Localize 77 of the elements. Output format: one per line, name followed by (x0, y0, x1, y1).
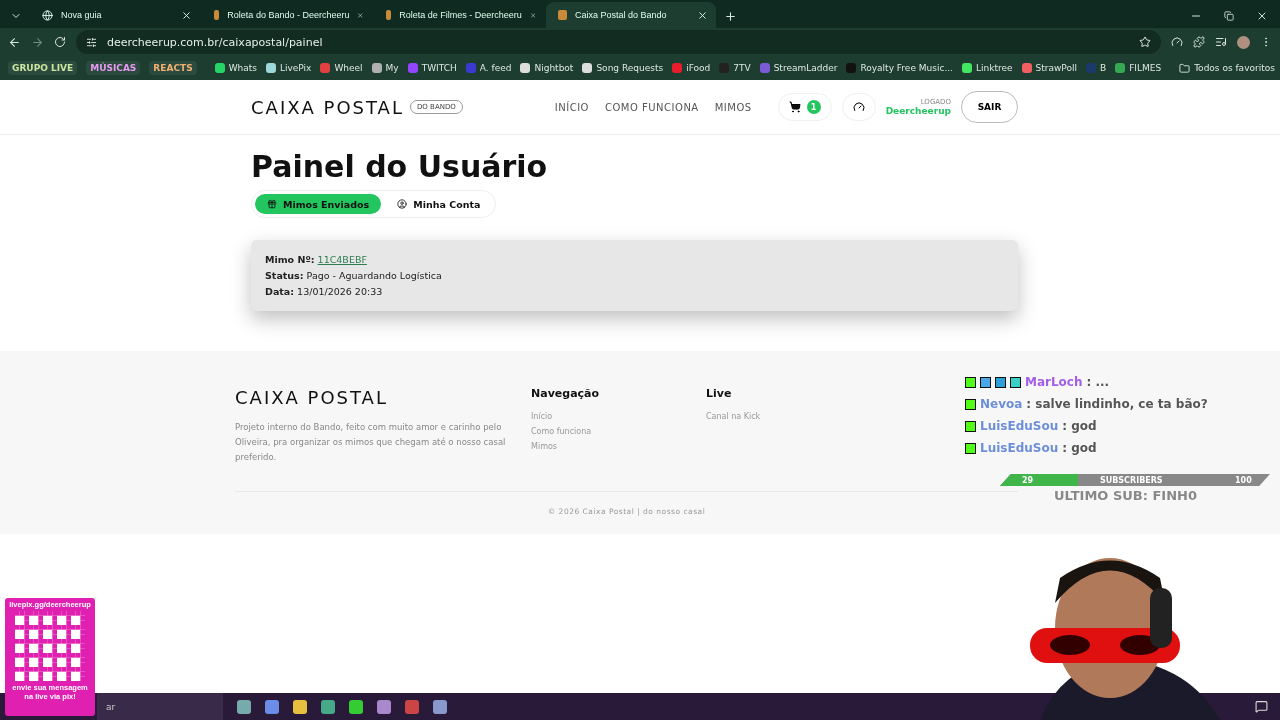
browser-tab[interactable]: Caixa Postal do Bando (546, 2, 716, 28)
bookmark-link[interactable]: Song Requests (582, 63, 664, 73)
forward-icon[interactable] (31, 35, 44, 49)
cart-count: 1 (806, 100, 821, 114)
chat-message: LuisEduSou : god (965, 441, 1208, 455)
back-icon[interactable] (8, 35, 21, 49)
subscriber-goal-bar: 29 SUBSCRIBERS 100 (1000, 474, 1270, 486)
star-icon[interactable] (1139, 36, 1151, 48)
all-bookmarks-link[interactable]: Todos os favoritos (1194, 63, 1275, 73)
taskbar-app-icon[interactable] (265, 699, 279, 714)
nav-link[interactable]: COMO FUNCIONA (605, 101, 699, 113)
bookmark-link[interactable]: LivePix (266, 63, 312, 73)
bookmark-link[interactable]: 7TV (719, 63, 751, 73)
bookmark-link[interactable]: StreamLadder (759, 63, 838, 73)
user-icon (397, 199, 408, 209)
bookmark-link[interactable]: TWITCH (407, 63, 457, 73)
footer-logo: CAIXA POSTAL (235, 387, 389, 408)
cart-icon (788, 101, 801, 113)
puzzle-icon[interactable] (1193, 36, 1205, 48)
panel-tab[interactable]: Minha Conta (385, 194, 493, 214)
bookmark-link[interactable]: B (1085, 63, 1107, 73)
gauge-icon (852, 101, 865, 113)
folder-icon (1179, 62, 1191, 74)
address-bar[interactable]: deercheerup.com.br/caixapostal/painel (76, 30, 1161, 54)
chat-message: MarLoch : ... (965, 375, 1208, 389)
footer-about: Projeto interno do Bando, feito com muito amor e carinho pelo Oliveira, pra organizar os mimos que chegam até o nosso casal preferido. (235, 421, 507, 464)
bookmark-link[interactable]: iFood (672, 63, 711, 73)
taskbar-app-icon[interactable] (349, 699, 363, 714)
taskbar-app-icon[interactable] (433, 699, 447, 714)
taskbar-search[interactable]: ar (97, 693, 223, 720)
nav-link[interactable]: MIMOS (714, 101, 752, 113)
order-status: Status: Pago - Aguardando Logística (265, 270, 443, 281)
taskbar-app-icon[interactable] (293, 699, 307, 714)
bookmark-link[interactable]: Wheel (320, 63, 363, 73)
reload-icon[interactable] (54, 36, 66, 48)
media-icon[interactable] (1215, 36, 1227, 48)
last-sub-text: ULTIMO SUB: FINH0 (1054, 488, 1197, 503)
bookmark-link[interactable]: Nightbot (520, 63, 574, 73)
bookmark-folder[interactable]: MÚSICAS (86, 61, 141, 75)
user-name: Deercheerup (885, 106, 951, 116)
close-icon[interactable] (697, 9, 708, 21)
new-tab-icon[interactable] (723, 9, 737, 23)
chat-message: Nevoa : salve lindinho, ce ta bão? (965, 397, 1208, 411)
browser-tab[interactable]: Roleta de Filmes - Deercheeru (374, 2, 544, 28)
order-number: Mimo Nº: 11C4BEBF (265, 254, 368, 265)
footer-heading: Live (706, 387, 733, 400)
order-link[interactable]: 11C4BEBF (317, 254, 367, 265)
gift-icon (267, 199, 277, 209)
nav-link[interactable]: INÍCIO (554, 101, 589, 113)
close-icon[interactable] (181, 9, 192, 21)
site-info-icon[interactable] (86, 36, 97, 48)
bookmark-folder[interactable]: GRUPO LIVE (8, 61, 78, 75)
close-icon[interactable] (1256, 10, 1268, 22)
panel-tab[interactable]: Mimos Enviados (255, 194, 382, 214)
restore-icon[interactable] (1224, 11, 1234, 21)
chat-message: LuisEduSou : god (965, 419, 1208, 433)
taskbar-app-icon[interactable] (237, 699, 251, 714)
bookmark-link[interactable]: Royalty Free Music... (846, 63, 953, 73)
bookmark-link[interactable]: Whats (214, 63, 257, 73)
bookmark-link[interactable]: A. feed (465, 63, 512, 73)
globe-icon (42, 9, 53, 21)
bookmark-link[interactable]: FILMES (1115, 63, 1162, 73)
taskbar-app-icon[interactable] (321, 699, 335, 714)
footer-heading: Navegação (531, 387, 601, 400)
logout-button[interactable]: SAIR (961, 91, 1018, 123)
order-date: Data: 13/01/2026 20:33 (265, 286, 384, 297)
bookmark-link[interactable]: Linktree (961, 63, 1013, 73)
notification-icon[interactable] (1255, 700, 1268, 713)
taskbar-app-icon[interactable] (377, 699, 391, 714)
bookmark-link[interactable]: My (371, 63, 399, 73)
browser-tab[interactable]: Nova guia (30, 2, 200, 28)
page-title: Painel do Usuário (251, 149, 549, 184)
bookmark-link[interactable]: StrawPoll (1021, 63, 1077, 73)
bookmark-folder[interactable]: REACTS (149, 61, 197, 75)
browser-tab[interactable]: Roleta do Bando - Deercheeru (202, 2, 372, 28)
site-logo[interactable]: CAIXA POSTAL (251, 96, 404, 118)
avatar-icon[interactable] (1237, 35, 1250, 49)
